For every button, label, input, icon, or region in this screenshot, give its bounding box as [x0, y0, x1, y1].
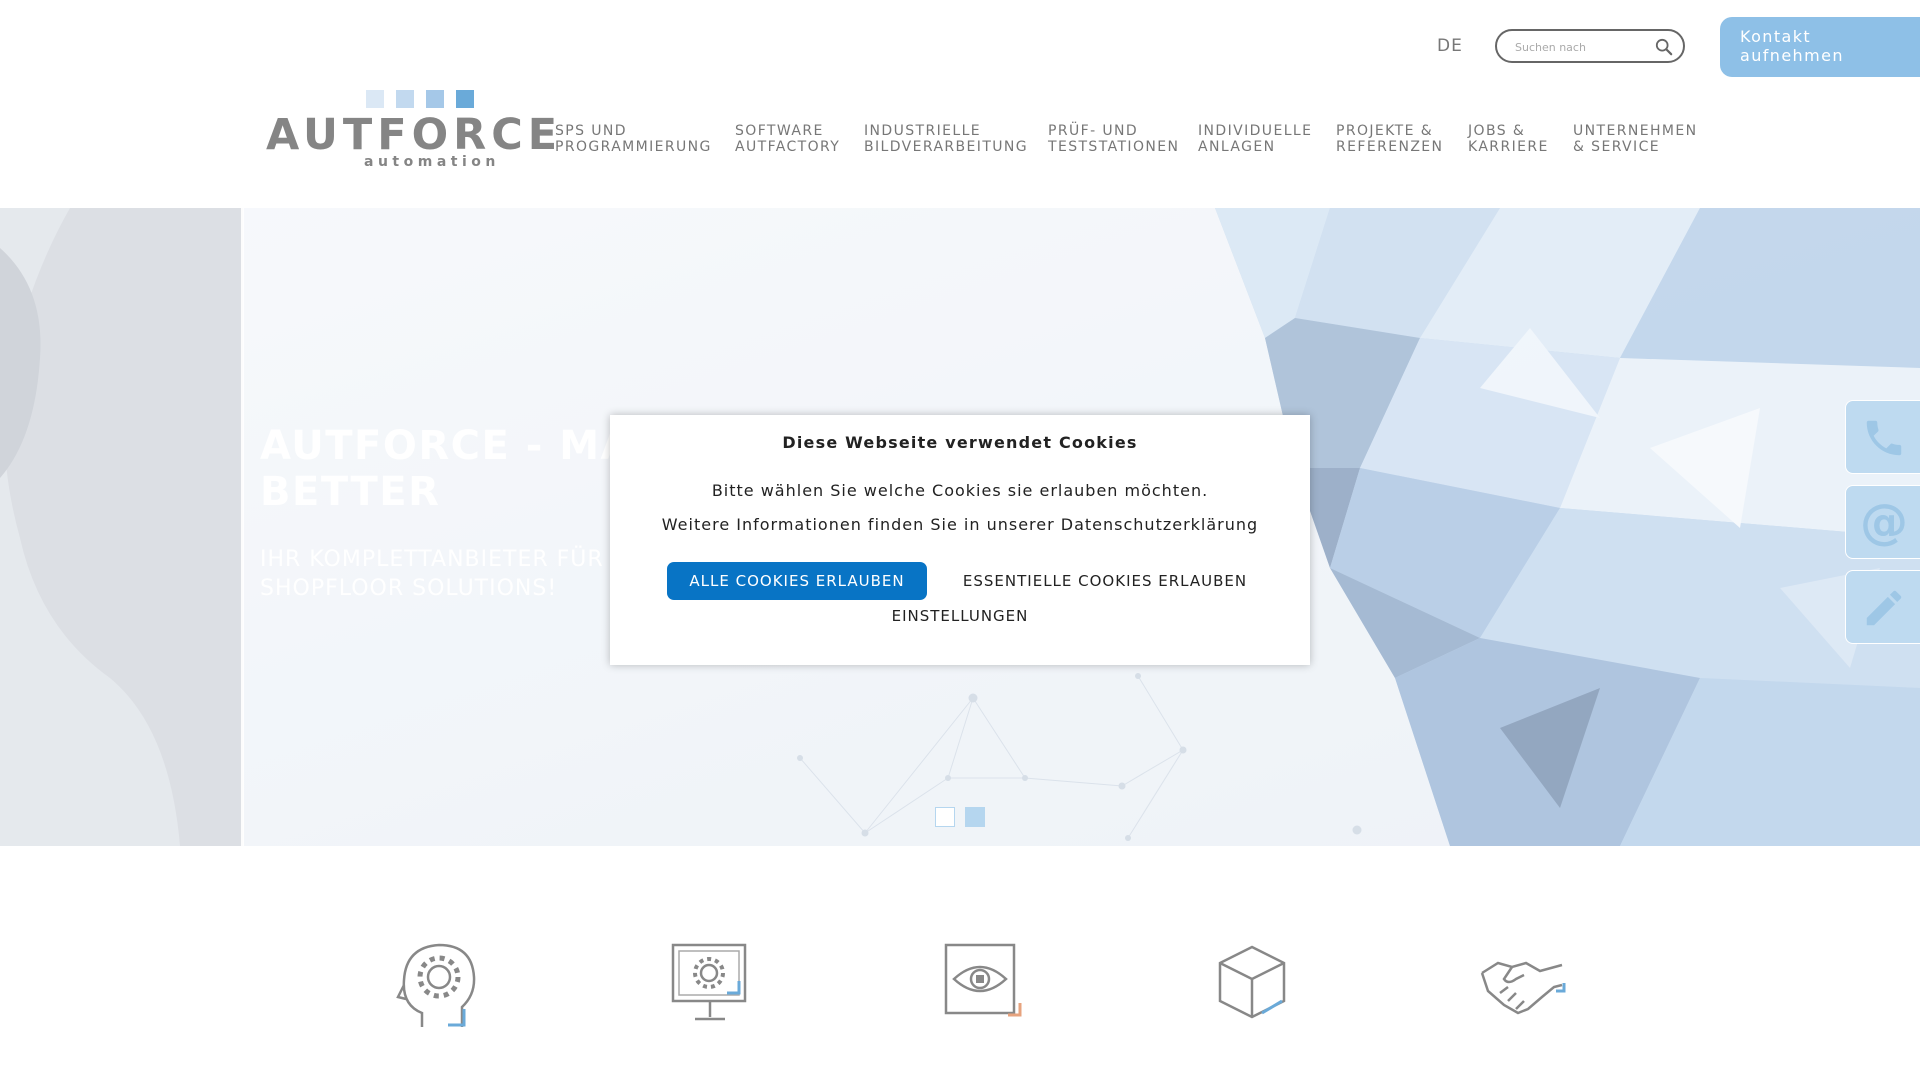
search-input[interactable] — [1513, 37, 1657, 57]
nav-item-bildverarbeitung[interactable]: INDUSTRIELLE BILDVERARBEITUNG — [864, 123, 1028, 155]
nav-item-sps[interactable]: SPS UND PROGRAMMIERUNG — [555, 123, 712, 155]
handshake-icon[interactable] — [1478, 935, 1568, 1035]
search-icon[interactable] — [1655, 38, 1673, 56]
cookie-dialog-privacy-text[interactable]: Weitere Informationen finden Sie in unse… — [610, 515, 1310, 534]
monitor-gear-icon[interactable] — [665, 935, 755, 1035]
cube-icon[interactable] — [1210, 935, 1300, 1035]
logo-square — [426, 90, 444, 108]
search-box — [1495, 29, 1685, 63]
cookie-dialog-title: Diese Webseite verwendet Cookies — [782, 433, 1138, 452]
logo-wordmark: AUTFORCE — [266, 110, 563, 160]
cookie-settings-button[interactable]: EINSTELLUNGEN — [610, 602, 1310, 630]
nav-item-jobs[interactable]: JOBS & KARRIERE — [1468, 123, 1549, 155]
logo-square — [396, 90, 414, 108]
essential-cookies-button[interactable]: ESSENTIELLE COOKIES ERLAUBEN — [950, 562, 1260, 600]
language-selector[interactable]: DE — [1437, 36, 1463, 56]
nav-item-anlagen[interactable]: INDIVIDUELLE ANLAGEN — [1198, 123, 1312, 155]
nav-item-software[interactable]: SOFTWARE AUTFACTORY — [735, 123, 840, 155]
contact-button[interactable]: Kontakt aufnehmen — [1720, 17, 1920, 77]
nav-item-projekte[interactable]: PROJEKTE & REFERENZEN — [1336, 123, 1443, 155]
cookie-dialog: Diese Webseite verwendet Cookies Bitte w… — [610, 415, 1310, 665]
logo-tagline: automation — [364, 154, 500, 170]
logo-square — [456, 90, 474, 108]
eye-scan-icon[interactable] — [938, 935, 1028, 1035]
allow-all-cookies-button[interactable]: ALLE COOKIES ERLAUBEN — [667, 562, 927, 600]
head-gear-icon[interactable] — [392, 935, 482, 1035]
logo[interactable]: AUTFORCE automation — [266, 90, 557, 170]
cookie-dialog-text: Bitte wählen Sie welche Cookies sie erla… — [711, 481, 1209, 500]
nav-item-unternehmen[interactable]: UNTERNEHMEN & SERVICE — [1573, 123, 1698, 155]
nav-item-pruefstationen[interactable]: PRÜF- UND TESTSTATIONEN — [1048, 123, 1179, 155]
logo-square — [366, 90, 384, 108]
